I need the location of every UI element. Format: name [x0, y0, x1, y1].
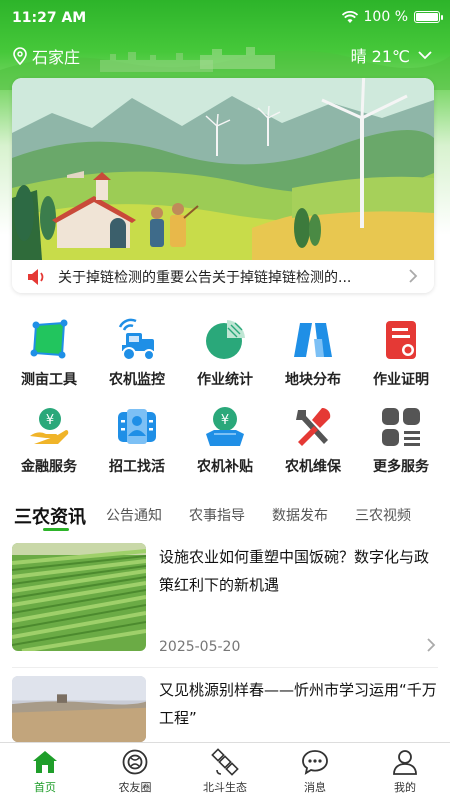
nav-label: 我的 [394, 781, 416, 794]
announcement-text: 关于掉链检测的重要公告关于掉链掉链检测的... [58, 269, 352, 286]
more-services-icon [382, 408, 420, 446]
service-label: 地块分布 [285, 372, 341, 388]
tab-announcements[interactable]: 公告通知 [106, 505, 162, 525]
service-subsidy[interactable]: ¥ 农机补贴 [183, 400, 267, 487]
active-tab-indicator [43, 528, 69, 531]
user-icon [393, 750, 417, 775]
nav-beidou-ecology[interactable]: 北斗生态 [180, 743, 270, 800]
service-label: 作业证明 [373, 372, 429, 388]
service-label: 农机监控 [109, 372, 165, 388]
service-finance[interactable]: ¥ 金融服务 [7, 400, 91, 487]
nav-label: 农友圈 [118, 781, 152, 794]
news-title: 又见桃源别样春——忻州市学习运用“千万工程” [159, 681, 437, 727]
tab-data-release[interactable]: 数据发布 [272, 505, 328, 525]
news-thumbnail [12, 543, 146, 651]
subsidy-icon: ¥ [206, 407, 244, 446]
battery-icon [414, 11, 443, 23]
certificate-icon [386, 321, 416, 359]
status-time: 11:27 AM [12, 10, 87, 26]
battery-level: 100 % [363, 9, 408, 25]
tractor-monitor-icon [118, 318, 155, 361]
chevron-down-icon [418, 51, 432, 60]
banner-card[interactable]: 关于掉链检测的重要公告关于掉链掉链检测的... [12, 78, 434, 293]
plot-map-icon [294, 323, 332, 357]
location-pin-icon [13, 47, 27, 65]
tab-sannong-news[interactable]: 三农资讯 [14, 503, 86, 529]
service-more[interactable]: 更多服务 [359, 400, 443, 487]
status-bar: 11:27 AM 100 % [0, 0, 450, 38]
message-icon [302, 750, 328, 775]
service-label: 测亩工具 [21, 372, 77, 388]
news-tabs: 三农资讯 公告通知 农事指导 数据发布 三农视频 [0, 505, 450, 537]
news-item[interactable]: 设施农业如何重塑中国饭碗？数字化与政策红利下的新机遇 2025-05-20 [12, 543, 438, 668]
wifi-icon [341, 10, 358, 23]
news-title: 设施农业如何重塑中国饭碗？数字化与政策红利下的新机遇 [159, 548, 430, 594]
announcement-bar[interactable]: 关于掉链检测的重要公告关于掉链掉链检测的... [12, 260, 434, 293]
weather-selector[interactable]: 晴 21℃ [351, 43, 432, 67]
nav-label: 消息 [304, 781, 326, 794]
news-item[interactable]: 又见桃源别样春——忻州市学习运用“千万工程” [12, 676, 438, 742]
location-city: 石家庄 [32, 48, 81, 67]
service-label: 金融服务 [21, 459, 77, 475]
divider [12, 667, 438, 668]
home-icon [33, 751, 57, 773]
location-selector[interactable]: 石家庄 [12, 44, 80, 68]
service-recruit[interactable]: 招工找活 [95, 400, 179, 487]
nav-home[interactable]: 首页 [0, 743, 90, 800]
news-date: 2025-05-20 [159, 639, 241, 655]
recruit-icon [118, 409, 156, 444]
tab-farming-guide[interactable]: 农事指导 [189, 505, 245, 525]
nav-label: 北斗生态 [203, 781, 247, 794]
svg-text:¥: ¥ [221, 413, 229, 428]
service-label: 更多服务 [373, 459, 429, 475]
finance-icon: ¥ [30, 408, 69, 444]
chevron-right-icon [409, 269, 418, 283]
service-label: 农机维保 [285, 459, 341, 475]
news-thumbnail [12, 676, 146, 742]
nav-messages[interactable]: 消息 [270, 743, 360, 800]
service-maintenance[interactable]: 农机维保 [271, 400, 355, 487]
pie-chart-icon [206, 320, 245, 359]
chevron-right-icon [427, 638, 436, 652]
service-machine-monitor[interactable]: 农机监控 [95, 313, 179, 400]
bottom-nav: 首页 农友圈 北斗生态 消息 我的 [0, 742, 450, 800]
tab-sannong-video[interactable]: 三农视频 [355, 505, 411, 525]
service-label: 农机补贴 [197, 459, 253, 475]
weather-text: 晴 21℃ [350, 47, 410, 66]
speaker-icon [28, 268, 44, 285]
nav-label: 首页 [34, 781, 56, 794]
field-measure-icon [30, 319, 68, 359]
nav-friends-circle[interactable]: 农友圈 [90, 743, 180, 800]
service-label: 作业统计 [197, 372, 253, 388]
repair-tools-icon [296, 407, 331, 446]
service-grid: 测亩工具 农机监控 作业统计 地块分布 作业证明 ¥ 金融服务 招工找活 ¥ 农… [0, 313, 450, 487]
service-field-measure[interactable]: 测亩工具 [7, 313, 91, 400]
service-plot-distribution[interactable]: 地块分布 [271, 313, 355, 400]
service-work-stats[interactable]: 作业统计 [183, 313, 267, 400]
farm-landscape-illustration [12, 78, 434, 260]
service-label: 招工找活 [109, 459, 165, 475]
service-work-certificate[interactable]: 作业证明 [359, 313, 443, 400]
satellite-icon [211, 748, 239, 776]
nav-profile[interactable]: 我的 [360, 743, 450, 800]
circle-icon [122, 749, 148, 775]
svg-text:¥: ¥ [46, 413, 54, 428]
